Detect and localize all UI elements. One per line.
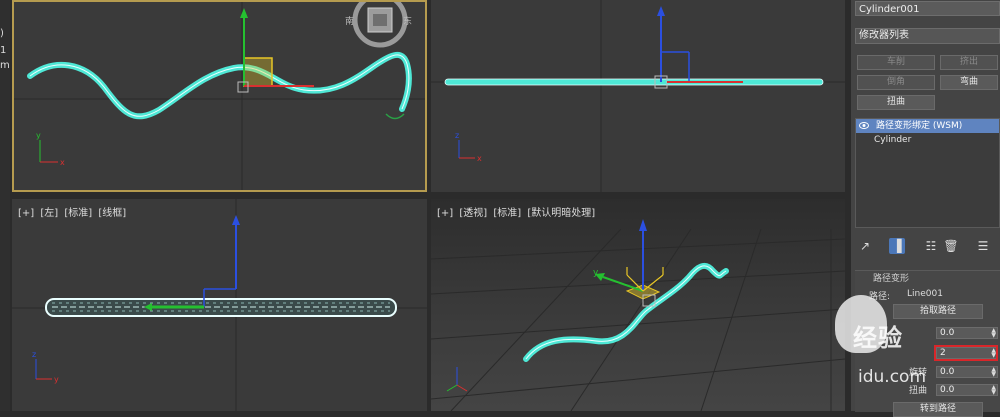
- pin-icon[interactable]: ↗: [857, 238, 873, 254]
- twist-spinner[interactable]: 0.0 ▲ ▼: [936, 384, 998, 396]
- modifier-stack[interactable]: 路径变形绑定 (WSM) Cylinder: [855, 118, 1000, 228]
- pick-path-button[interactable]: 拾取路径: [893, 304, 983, 319]
- configure-icon[interactable]: ☰: [975, 238, 991, 254]
- extrude-button[interactable]: 挤出: [940, 55, 998, 70]
- viewport-menu-plus[interactable]: [+]: [18, 208, 34, 219]
- modifier-list-dropdown[interactable]: 修改器列表: [855, 28, 1000, 44]
- watermark-text: 经验: [853, 324, 903, 352]
- watermark-url: idu.com: [858, 367, 926, 387]
- stack-item-pathdeform[interactable]: 路径变形绑定 (WSM): [856, 119, 999, 133]
- svg-text:y: y: [593, 268, 599, 278]
- percent-spinner[interactable]: 0.0 ▲ ▼: [936, 327, 998, 339]
- spline-path-highlight: [29, 54, 410, 117]
- viewport-menu-shading[interactable]: [默认明暗处理]: [527, 208, 595, 219]
- stack-item-cylinder[interactable]: Cylinder: [856, 133, 999, 147]
- stack-toolbar: ↗ ▐ ☷ 🗑 ☰: [855, 238, 1000, 256]
- svg-text:x: x: [477, 154, 482, 163]
- svg-text:y: y: [54, 375, 59, 384]
- make-unique-icon[interactable]: ☷: [923, 238, 939, 254]
- lathe-button[interactable]: 车削: [857, 55, 935, 70]
- svg-text:x: x: [60, 158, 65, 167]
- viewport-top[interactable]: y x 南 东: [12, 0, 427, 192]
- viewport-left[interactable]: z y [+] [左] [标准] [线框]: [12, 199, 427, 411]
- move-to-path-button[interactable]: 转到路径: [893, 402, 983, 417]
- viewport-menu-shading-preset[interactable]: [标准]: [64, 208, 92, 219]
- strip-glyph: ): [0, 28, 4, 39]
- svg-text:z: z: [455, 131, 459, 140]
- viewport-label-left[interactable]: [+] [左] [标准] [线框]: [18, 204, 129, 219]
- twist-button[interactable]: 扭曲: [857, 95, 935, 110]
- show-end-result-icon[interactable]: ▐: [889, 238, 905, 254]
- viewport-perspective[interactable]: y [+] [透视] [标准] [默认明暗处理]: [431, 199, 845, 411]
- view-cube-label: 东: [403, 17, 413, 27]
- eye-icon[interactable]: [859, 121, 869, 130]
- spline-path: [27, 51, 412, 120]
- view-cube-label: 南: [345, 17, 355, 27]
- stack-item-label: 路径变形绑定 (WSM): [876, 121, 963, 131]
- strip-glyph: m: [0, 60, 10, 71]
- rotation-value: 0.0: [940, 367, 955, 377]
- viewport-menu-view[interactable]: [左]: [40, 208, 58, 219]
- viewport-menu-shading-preset[interactable]: [标准]: [493, 208, 521, 219]
- viewport-menu-plus[interactable]: [+]: [437, 208, 453, 219]
- rotation-spinner[interactable]: 0.0 ▲ ▼: [936, 366, 998, 378]
- left-viewport-canvas: z y: [12, 199, 427, 411]
- object-name-field[interactable]: Cylinder001: [855, 1, 1000, 16]
- viewport-menu-shading[interactable]: [线框]: [98, 208, 126, 219]
- percent-value: 0.0: [940, 328, 955, 338]
- path-value: Line001: [907, 289, 943, 299]
- spline-perspective: [523, 262, 729, 362]
- svg-text:y: y: [36, 131, 41, 140]
- front-viewport-canvas: z x: [431, 0, 845, 192]
- twist-value: 0.0: [940, 385, 955, 395]
- left-edge-strip: ) 1 m: [0, 0, 10, 411]
- svg-text:z: z: [32, 350, 36, 359]
- spline-flat: [444, 78, 824, 86]
- bend-button[interactable]: 弯曲: [940, 75, 998, 90]
- strip-glyph: 1: [0, 45, 7, 56]
- viewport-front[interactable]: z x: [431, 0, 845, 192]
- stack-item-label: Cylinder: [874, 135, 912, 145]
- remove-modifier-icon[interactable]: 🗑: [943, 238, 959, 254]
- perspective-viewport-canvas: y: [431, 219, 845, 411]
- rollout-title: 路径变形: [873, 274, 910, 284]
- viewport-menu-view[interactable]: [透视]: [459, 208, 487, 219]
- highlight-box: [934, 345, 998, 361]
- view-cube[interactable]: 南 东: [345, 2, 413, 52]
- bevel-button[interactable]: 倒角: [857, 75, 935, 90]
- viewport-label-perspective[interactable]: [+] [透视] [标准] [默认明暗处理]: [437, 204, 598, 219]
